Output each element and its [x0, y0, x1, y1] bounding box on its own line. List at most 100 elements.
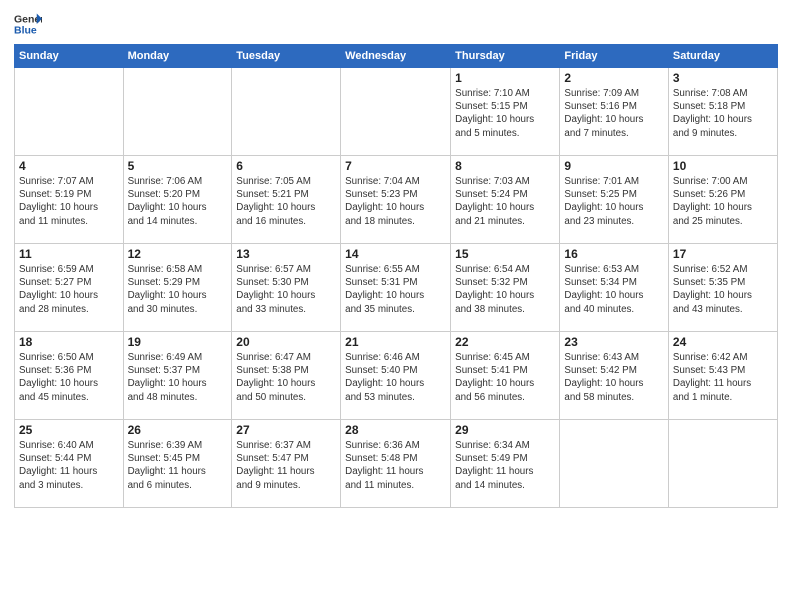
day-number: 22 [455, 335, 555, 349]
day-number: 21 [345, 335, 446, 349]
day-number: 13 [236, 247, 336, 261]
svg-text:Blue: Blue [14, 25, 37, 37]
day-cell: 29 Sunrise: 6:34 AM Sunset: 5:49 PM Dayli… [451, 420, 560, 508]
day-info: Sunrise: 6:39 AM Sunset: 5:45 PM Dayligh… [128, 439, 228, 492]
week-row-3: 11 Sunrise: 6:59 AM Sunset: 5:27 PM Dayli… [15, 244, 778, 332]
day-cell [123, 68, 232, 156]
day-info: Sunrise: 6:46 AM Sunset: 5:40 PM Dayligh… [345, 351, 446, 404]
day-info: Sunrise: 7:09 AM Sunset: 5:16 PM Dayligh… [564, 87, 663, 140]
weekday-header-saturday: Saturday [668, 45, 777, 68]
day-number: 5 [128, 159, 228, 173]
day-info: Sunrise: 7:01 AM Sunset: 5:25 PM Dayligh… [564, 175, 663, 228]
day-number: 19 [128, 335, 228, 349]
day-cell: 11 Sunrise: 6:59 AM Sunset: 5:27 PM Dayli… [15, 244, 124, 332]
week-row-2: 4Sunrise: 7:07 AM Sunset: 5:19 PM Daylig… [15, 156, 778, 244]
day-info: Sunrise: 7:10 AM Sunset: 5:15 PM Dayligh… [455, 87, 555, 140]
day-info: Sunrise: 6:57 AM Sunset: 5:30 PM Dayligh… [236, 263, 336, 316]
day-cell [341, 68, 451, 156]
week-row-1: 1 Sunrise: 7:10 AM Sunset: 5:15 PM Daylig… [15, 68, 778, 156]
day-number: 3 [673, 71, 773, 85]
day-info: Sunrise: 7:04 AM Sunset: 5:23 PM Dayligh… [345, 175, 446, 228]
day-info: Sunrise: 6:36 AM Sunset: 5:48 PM Dayligh… [345, 439, 446, 492]
day-cell: 23 Sunrise: 6:43 AM Sunset: 5:42 PM Dayli… [560, 332, 668, 420]
day-number: 14 [345, 247, 446, 261]
day-cell: 13 Sunrise: 6:57 AM Sunset: 5:30 PM Dayli… [232, 244, 341, 332]
day-cell: 10Sunrise: 7:00 AM Sunset: 5:26 PM Dayli… [668, 156, 777, 244]
day-cell: 8Sunrise: 7:03 AM Sunset: 5:24 PM Daylig… [451, 156, 560, 244]
day-number: 29 [455, 423, 555, 437]
day-number: 26 [128, 423, 228, 437]
day-info: Sunrise: 6:37 AM Sunset: 5:47 PM Dayligh… [236, 439, 336, 492]
day-number: 27 [236, 423, 336, 437]
day-cell [15, 68, 124, 156]
day-cell: 22 Sunrise: 6:45 AM Sunset: 5:41 PM Dayli… [451, 332, 560, 420]
logo: General Blue [14, 10, 42, 38]
day-cell: 5Sunrise: 7:06 AM Sunset: 5:20 PM Daylig… [123, 156, 232, 244]
day-cell: 2 Sunrise: 7:09 AM Sunset: 5:16 PM Daylig… [560, 68, 668, 156]
day-cell: 26 Sunrise: 6:39 AM Sunset: 5:45 PM Dayli… [123, 420, 232, 508]
day-info: Sunrise: 7:08 AM Sunset: 5:18 PM Dayligh… [673, 87, 773, 140]
day-cell: 3 Sunrise: 7:08 AM Sunset: 5:18 PM Daylig… [668, 68, 777, 156]
day-cell: 24 Sunrise: 6:42 AM Sunset: 5:43 PM Dayli… [668, 332, 777, 420]
day-cell: 9Sunrise: 7:01 AM Sunset: 5:25 PM Daylig… [560, 156, 668, 244]
day-info: Sunrise: 6:45 AM Sunset: 5:41 PM Dayligh… [455, 351, 555, 404]
day-info: Sunrise: 6:47 AM Sunset: 5:38 PM Dayligh… [236, 351, 336, 404]
day-cell: 25 Sunrise: 6:40 AM Sunset: 5:44 PM Dayli… [15, 420, 124, 508]
day-cell: 1 Sunrise: 7:10 AM Sunset: 5:15 PM Daylig… [451, 68, 560, 156]
day-info: Sunrise: 7:05 AM Sunset: 5:21 PM Dayligh… [236, 175, 336, 228]
day-info: Sunrise: 6:55 AM Sunset: 5:31 PM Dayligh… [345, 263, 446, 316]
day-info: Sunrise: 6:34 AM Sunset: 5:49 PM Dayligh… [455, 439, 555, 492]
day-cell: 19 Sunrise: 6:49 AM Sunset: 5:37 PM Dayli… [123, 332, 232, 420]
day-number: 23 [564, 335, 663, 349]
day-info: Sunrise: 6:49 AM Sunset: 5:37 PM Dayligh… [128, 351, 228, 404]
day-info: Sunrise: 6:59 AM Sunset: 5:27 PM Dayligh… [19, 263, 119, 316]
day-cell [232, 68, 341, 156]
day-number: 7 [345, 159, 446, 173]
header-area: General Blue [14, 10, 778, 38]
day-number: 24 [673, 335, 773, 349]
weekday-header-thursday: Thursday [451, 45, 560, 68]
day-number: 17 [673, 247, 773, 261]
day-cell [560, 420, 668, 508]
day-cell: 18 Sunrise: 6:50 AM Sunset: 5:36 PM Dayli… [15, 332, 124, 420]
day-number: 15 [455, 247, 555, 261]
day-number: 18 [19, 335, 119, 349]
day-info: Sunrise: 6:43 AM Sunset: 5:42 PM Dayligh… [564, 351, 663, 404]
weekday-header-wednesday: Wednesday [341, 45, 451, 68]
day-number: 6 [236, 159, 336, 173]
calendar-table: SundayMondayTuesdayWednesdayThursdayFrid… [14, 44, 778, 508]
day-cell [668, 420, 777, 508]
day-info: Sunrise: 7:03 AM Sunset: 5:24 PM Dayligh… [455, 175, 555, 228]
day-number: 11 [19, 247, 119, 261]
weekday-header-sunday: Sunday [15, 45, 124, 68]
weekday-header-row: SundayMondayTuesdayWednesdayThursdayFrid… [15, 45, 778, 68]
day-info: Sunrise: 6:42 AM Sunset: 5:43 PM Dayligh… [673, 351, 773, 404]
day-cell: 21 Sunrise: 6:46 AM Sunset: 5:40 PM Dayli… [341, 332, 451, 420]
day-cell: 17 Sunrise: 6:52 AM Sunset: 5:35 PM Dayli… [668, 244, 777, 332]
day-info: Sunrise: 6:58 AM Sunset: 5:29 PM Dayligh… [128, 263, 228, 316]
day-info: Sunrise: 6:52 AM Sunset: 5:35 PM Dayligh… [673, 263, 773, 316]
day-number: 25 [19, 423, 119, 437]
day-cell: 14 Sunrise: 6:55 AM Sunset: 5:31 PM Dayli… [341, 244, 451, 332]
day-info: Sunrise: 6:40 AM Sunset: 5:44 PM Dayligh… [19, 439, 119, 492]
day-number: 28 [345, 423, 446, 437]
day-cell: 27 Sunrise: 6:37 AM Sunset: 5:47 PM Dayli… [232, 420, 341, 508]
logo-icon: General Blue [14, 10, 42, 38]
day-cell: 20 Sunrise: 6:47 AM Sunset: 5:38 PM Dayli… [232, 332, 341, 420]
day-number: 20 [236, 335, 336, 349]
day-number: 2 [564, 71, 663, 85]
day-info: Sunrise: 6:53 AM Sunset: 5:34 PM Dayligh… [564, 263, 663, 316]
weekday-header-monday: Monday [123, 45, 232, 68]
week-row-4: 18 Sunrise: 6:50 AM Sunset: 5:36 PM Dayli… [15, 332, 778, 420]
day-number: 4 [19, 159, 119, 173]
day-info: Sunrise: 6:50 AM Sunset: 5:36 PM Dayligh… [19, 351, 119, 404]
day-cell: 12Sunrise: 6:58 AM Sunset: 5:29 PM Dayli… [123, 244, 232, 332]
day-cell: 16Sunrise: 6:53 AM Sunset: 5:34 PM Dayli… [560, 244, 668, 332]
weekday-header-tuesday: Tuesday [232, 45, 341, 68]
day-info: Sunrise: 6:54 AM Sunset: 5:32 PM Dayligh… [455, 263, 555, 316]
page-container: General Blue SundayMondayTuesdayWednesda… [0, 0, 792, 516]
weekday-header-friday: Friday [560, 45, 668, 68]
day-cell: 4Sunrise: 7:07 AM Sunset: 5:19 PM Daylig… [15, 156, 124, 244]
day-number: 1 [455, 71, 555, 85]
week-row-5: 25 Sunrise: 6:40 AM Sunset: 5:44 PM Dayli… [15, 420, 778, 508]
